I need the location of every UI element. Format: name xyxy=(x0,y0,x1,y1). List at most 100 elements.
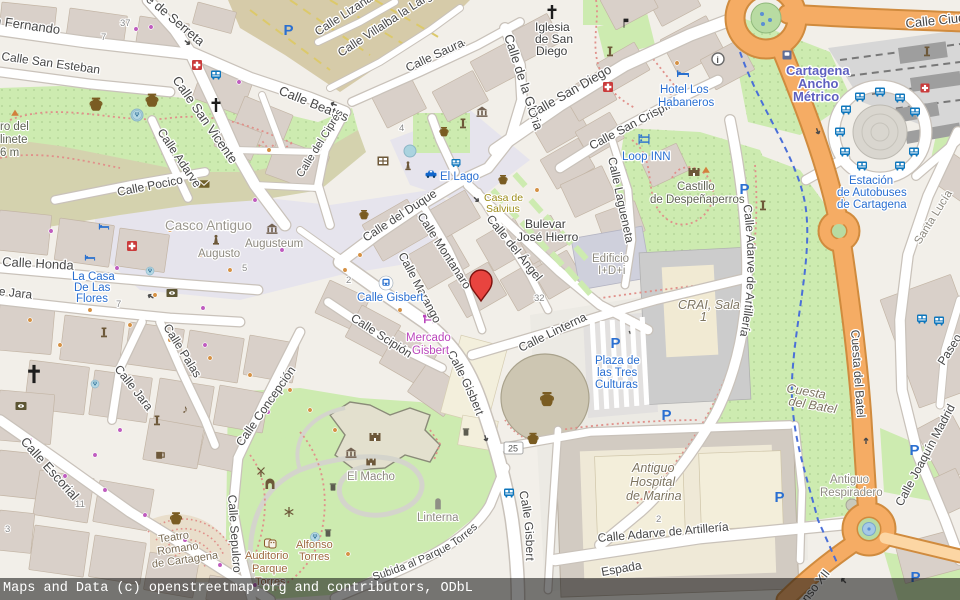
area-label-molinete-1: ro del xyxy=(0,121,29,133)
building xyxy=(29,525,90,577)
poi-label-alfonso-2: Torres xyxy=(299,551,330,563)
poi-label-respiradero-2: Respiradero xyxy=(820,487,883,499)
poi-label-plaza-3: Culturas xyxy=(595,379,638,391)
building xyxy=(0,305,55,355)
building xyxy=(115,228,170,273)
theatre-icon xyxy=(265,539,277,548)
poi-label-augusto: Augusto xyxy=(198,248,240,260)
shop-dot xyxy=(103,488,108,493)
hospital-building xyxy=(555,424,799,597)
housenumber: 3 xyxy=(5,524,10,535)
shop-dot xyxy=(201,306,206,311)
shop-dot xyxy=(28,318,33,323)
stop-label-gisbert: Calle Gisbert xyxy=(357,292,424,304)
shop-dot xyxy=(358,253,363,258)
poi-label-crai-2: 1 xyxy=(700,310,707,324)
waste-icon xyxy=(325,529,331,536)
poi-label-el-lago: El Lago xyxy=(440,171,479,183)
el-lago-pond xyxy=(404,145,416,157)
shop-dot xyxy=(228,268,233,273)
fountain-icon xyxy=(133,111,142,120)
shop-dot xyxy=(535,188,540,193)
shop-dot xyxy=(118,428,123,433)
shop-dot xyxy=(308,408,313,413)
poi-label-bulevar-1: Bulevar xyxy=(525,217,566,231)
poi-label-estacion-2: de Autobuses xyxy=(837,187,907,199)
shop-dot xyxy=(343,268,348,273)
area-label-el-macho: El Macho xyxy=(347,471,395,483)
map-canvas[interactable]: P xyxy=(0,0,960,600)
housenumber: 7 xyxy=(101,32,106,43)
tram-stop-icon xyxy=(379,276,393,290)
building xyxy=(60,315,125,367)
building xyxy=(0,210,52,255)
shop-dot xyxy=(398,308,403,313)
poi-label-auditorio-1: Auditorio xyxy=(245,550,288,562)
poi-label-casa-2: Salvius xyxy=(486,203,520,215)
poi-label-edificio-2: I+D+i xyxy=(598,265,626,277)
shop-dot xyxy=(88,308,93,313)
poi-label-estacion-3: de Cartagena xyxy=(837,199,907,211)
poi-label-augusteum: Augusteum xyxy=(245,238,303,250)
parking-icon xyxy=(611,335,621,352)
shop-dot xyxy=(149,25,154,30)
poi-label-respiradero-1: Antiguo xyxy=(830,474,869,486)
housenumber: 32 xyxy=(534,293,545,304)
bus-station-roundabout xyxy=(853,105,907,159)
poi-label-plaza-1: Plaza de xyxy=(595,355,640,367)
poi-label-ancho-3: Métrico xyxy=(793,89,839,104)
housenumber: 37 xyxy=(120,18,131,29)
area-label-molinete-3: 6 m xyxy=(0,147,19,159)
poi-label-linterna: Linterna xyxy=(417,512,459,524)
shop-dot xyxy=(237,80,242,85)
fountain-icon xyxy=(91,380,99,388)
poi-label-bulevar-2: José Hierro xyxy=(517,230,579,244)
shop-dot xyxy=(203,343,208,348)
castle-icon xyxy=(366,459,375,466)
housenumber: 11 xyxy=(75,499,85,510)
housenumber: 4 xyxy=(399,123,404,134)
shop-dot xyxy=(333,428,338,433)
attribution-bar: Maps and Data (c) openstreetmap.org and … xyxy=(0,578,960,600)
shop-dot xyxy=(288,388,293,393)
poi-label-mercado-2: Gisbert xyxy=(412,345,450,357)
pharmacy-icon xyxy=(192,60,202,70)
shop-dot xyxy=(58,343,63,348)
poi-label-estacion-1: Estación xyxy=(849,175,893,187)
parking-icon xyxy=(284,22,294,39)
shop-dot xyxy=(134,27,139,32)
atm-icon xyxy=(16,402,27,410)
map-viewport[interactable]: P xyxy=(0,0,960,600)
shop-dot xyxy=(49,229,54,234)
fountain-icon xyxy=(146,267,154,275)
shop-dot xyxy=(248,373,253,378)
clinic-icon xyxy=(603,82,613,92)
poi-label-mercado-1: Mercado xyxy=(406,332,451,344)
shop-dot xyxy=(675,61,680,66)
shop-dot xyxy=(153,293,158,298)
railway-station-icon xyxy=(783,51,792,60)
poi-label-loop-inn: Loop INN xyxy=(622,151,671,163)
poi-label-plaza-2: las Tres xyxy=(597,367,638,379)
parking-icon xyxy=(775,489,785,506)
building xyxy=(143,418,204,469)
info-icon xyxy=(712,53,724,65)
waste-icon xyxy=(330,483,336,490)
pharmacy-icon xyxy=(127,241,137,251)
route-badge: 25 xyxy=(504,442,523,454)
castle-icon xyxy=(689,168,700,176)
shop-dot xyxy=(346,552,351,557)
poi-label-alfonso-1: Alfonso xyxy=(296,539,333,551)
poi-label-iglesia-3: Diego xyxy=(536,44,568,58)
shop-dot xyxy=(128,323,133,328)
attribution-text: Maps and Data (c) openstreetmap.org and … xyxy=(3,581,473,596)
area-label-casco-antiguo: Casco Antiguo xyxy=(165,218,252,233)
poi-label-hospital-3: de Marina xyxy=(626,489,682,503)
housenumber: 7 xyxy=(116,299,121,310)
shop-dot xyxy=(208,356,213,361)
housenumber: 2 xyxy=(346,275,351,286)
poi-label-castillo-1: Castillo xyxy=(677,181,715,193)
housenumber: 5 xyxy=(242,263,247,274)
poi-label-edificio-1: Edificio xyxy=(592,253,629,265)
poi-label-auditorio-2: Parque xyxy=(252,563,287,575)
